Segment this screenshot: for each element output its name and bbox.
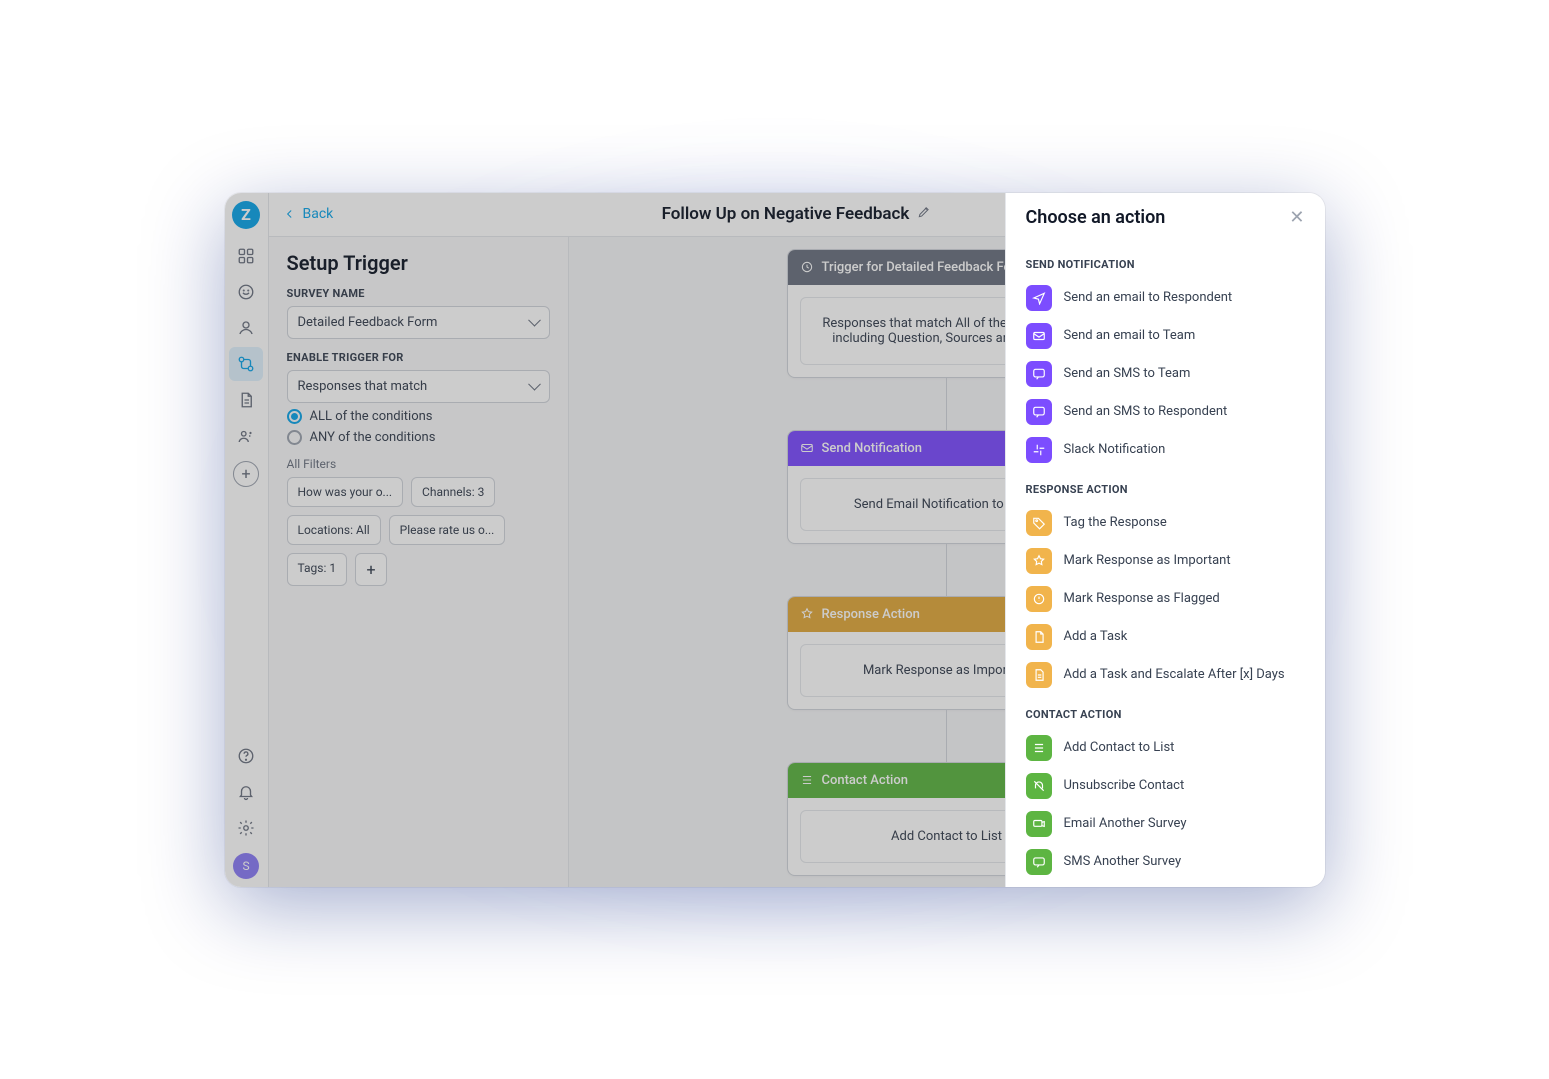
mail-icon — [1026, 323, 1052, 349]
task-icon — [1026, 624, 1052, 650]
flag-icon — [1026, 586, 1052, 612]
app-window: Z + S — [225, 193, 1325, 887]
nav-contacts-icon[interactable] — [229, 311, 263, 345]
user-avatar[interactable]: S — [233, 853, 259, 879]
back-button[interactable]: Back — [283, 206, 334, 222]
section-response-action: RESPONSE ACTION — [1026, 483, 1305, 496]
section-send-notification: SEND NOTIFICATION — [1026, 258, 1305, 271]
action-email-team[interactable]: Send an email to Team — [1026, 317, 1305, 355]
send-icon — [1026, 285, 1052, 311]
survey-name-select[interactable]: Detailed Feedback Form — [287, 306, 550, 339]
filter-chips: How was your o... Channels: 3 Locations:… — [287, 477, 550, 586]
action-email-respondent[interactable]: Send an email to Respondent — [1026, 279, 1305, 317]
action-add-contact-list[interactable]: Add Contact to List — [1026, 729, 1305, 767]
connector — [946, 710, 947, 762]
nav-settings-icon[interactable] — [229, 811, 263, 845]
setup-trigger-panel: Setup Trigger SURVEY NAME Detailed Feedb… — [269, 237, 569, 887]
filter-chip-locations[interactable]: Locations: All — [287, 515, 381, 545]
action-sms-another-survey[interactable]: SMS Another Survey — [1026, 843, 1305, 881]
choose-action-panel: Choose an action ✕ SEND NOTIFICATION Sen… — [1005, 193, 1325, 887]
slack-icon — [1026, 437, 1052, 463]
nav-help-icon[interactable] — [229, 739, 263, 773]
action-add-task-escalate[interactable]: Add a Task and Escalate After [x] Days — [1026, 656, 1305, 694]
nav-team-icon[interactable] — [229, 419, 263, 453]
action-mark-important[interactable]: Mark Response as Important — [1026, 542, 1305, 580]
enable-trigger-select[interactable]: Responses that match — [287, 370, 550, 403]
enable-trigger-label: ENABLE TRIGGER FOR — [287, 351, 550, 364]
radio-icon — [287, 409, 302, 424]
filter-chip-question[interactable]: How was your o... — [287, 477, 404, 507]
radio-icon — [287, 430, 302, 445]
action-sms-respondent[interactable]: Send an SMS to Respondent — [1026, 393, 1305, 431]
filter-chip-channels[interactable]: Channels: 3 — [411, 477, 495, 507]
setup-heading: Setup Trigger — [287, 251, 550, 275]
vertical-nav: Z + S — [225, 193, 269, 887]
close-icon[interactable]: ✕ — [1289, 207, 1304, 228]
nav-documents-icon[interactable] — [229, 383, 263, 417]
unsubscribe-icon — [1026, 773, 1052, 799]
nav-add-button[interactable]: + — [233, 461, 259, 487]
action-add-task[interactable]: Add a Task — [1026, 618, 1305, 656]
sms-icon — [1026, 361, 1052, 387]
survey-name-label: SURVEY NAME — [287, 287, 550, 300]
nav-dashboard-icon[interactable] — [229, 239, 263, 273]
nav-responses-icon[interactable] — [229, 275, 263, 309]
nav-bell-icon[interactable] — [229, 775, 263, 809]
task-escalate-icon — [1026, 662, 1052, 688]
panel-header: Choose an action ✕ — [1006, 193, 1325, 236]
list-icon — [1026, 735, 1052, 761]
app-logo-icon: Z — [232, 201, 260, 229]
filters-label: All Filters — [287, 457, 550, 471]
radio-all-conditions[interactable]: ALL of the conditions — [287, 409, 550, 424]
connector — [946, 544, 947, 596]
nav-workflows-icon[interactable] — [229, 347, 263, 381]
action-sms-team[interactable]: Send an SMS to Team — [1026, 355, 1305, 393]
filter-chip-tags[interactable]: Tags: 1 — [287, 553, 348, 586]
sms-icon — [1026, 399, 1052, 425]
action-mark-flagged[interactable]: Mark Response as Flagged — [1026, 580, 1305, 618]
filter-chip-rate[interactable]: Please rate us o... — [389, 515, 506, 545]
filter-chip-add[interactable]: + — [355, 553, 387, 586]
edit-title-icon[interactable] — [917, 205, 931, 223]
radio-any-conditions[interactable]: ANY of the conditions — [287, 430, 550, 445]
action-tag-response[interactable]: Tag the Response — [1026, 504, 1305, 542]
connector — [946, 378, 947, 430]
panel-title: Choose an action — [1026, 207, 1166, 228]
back-label: Back — [303, 206, 334, 222]
star-icon — [1026, 548, 1052, 574]
action-slack[interactable]: Slack Notification — [1026, 431, 1305, 469]
mail-send-icon — [1026, 811, 1052, 837]
action-unsubscribe-contact[interactable]: Unsubscribe Contact — [1026, 767, 1305, 805]
section-contact-action: CONTACT ACTION — [1026, 708, 1305, 721]
tag-icon — [1026, 510, 1052, 536]
action-email-another-survey[interactable]: Email Another Survey — [1026, 805, 1305, 843]
chat-icon — [1026, 849, 1052, 875]
panel-body: SEND NOTIFICATION Send an email to Respo… — [1006, 236, 1325, 887]
